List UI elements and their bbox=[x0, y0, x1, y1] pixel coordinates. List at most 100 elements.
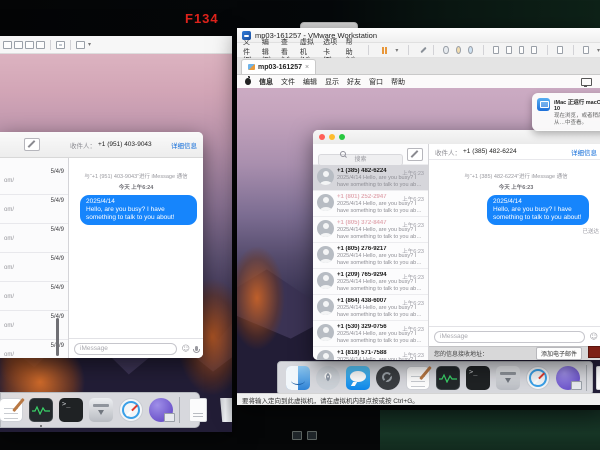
manage-snapshots-icon[interactable] bbox=[468, 46, 473, 54]
details-button[interactable]: 详细信息 bbox=[171, 140, 197, 150]
conversation-header: 与“+1 (951) 403-9043”进行 iMessage 通信 bbox=[69, 172, 203, 180]
notification-card[interactable]: iMac 正运行 macOS 10 现在浏览，或者稍后从…中查看。 bbox=[532, 93, 600, 131]
dock-script-file-icon[interactable] bbox=[593, 366, 600, 390]
search-row bbox=[313, 144, 428, 165]
avatar bbox=[317, 246, 334, 263]
dock-installer-icon[interactable] bbox=[89, 398, 113, 422]
list-item[interactable]: 5/4/9 om/ bbox=[0, 224, 68, 253]
list-item[interactable]: 5/4/9 om/ bbox=[0, 253, 68, 282]
delivered-status: 已送达 bbox=[429, 227, 599, 235]
emoji-icon[interactable]: ☺ bbox=[590, 333, 598, 341]
macos-menu-view[interactable]: 显示 bbox=[325, 77, 339, 87]
recipient-header: 收件人： +1 (385) 482-6224 详细信息 bbox=[429, 144, 600, 160]
zoom-icon[interactable] bbox=[339, 134, 345, 140]
revert-snapshot-icon[interactable] bbox=[456, 46, 461, 54]
dock-installer-icon[interactable] bbox=[496, 366, 520, 390]
host-label-f134: F134 bbox=[185, 11, 219, 26]
dock-messages-icon[interactable] bbox=[346, 366, 370, 390]
macos-menu-help[interactable]: 帮助 bbox=[391, 77, 405, 87]
send-ctrl-alt-del-icon[interactable] bbox=[419, 46, 423, 54]
vmware-logo-icon bbox=[242, 31, 251, 40]
macos-menu-buddies[interactable]: 好友 bbox=[347, 77, 361, 87]
chevron-down-icon[interactable]: ▾ bbox=[88, 41, 91, 48]
conversation-row[interactable]: +1 (818) 571-7588 2025/4/14 Hello, are y… bbox=[313, 347, 428, 360]
dock-textedit-icon[interactable] bbox=[406, 366, 430, 390]
add-email-button[interactable]: 添加电子邮件 bbox=[536, 347, 582, 360]
show-library-icon[interactable] bbox=[493, 46, 499, 54]
expand-view-icon[interactable] bbox=[76, 41, 85, 49]
macos-menu-file[interactable]: 文件 bbox=[281, 77, 295, 87]
scrollbar[interactable] bbox=[56, 318, 59, 356]
fullscreen-icon[interactable] bbox=[519, 46, 525, 54]
unity-mode-icon[interactable] bbox=[531, 46, 537, 54]
avatar bbox=[317, 350, 334, 360]
dock-left bbox=[0, 392, 200, 428]
mac-device-icon bbox=[537, 98, 550, 111]
dock-activity-monitor-icon[interactable] bbox=[29, 398, 53, 422]
display-status-icon[interactable] bbox=[581, 78, 592, 86]
account-banner: 您的信息接收地址： 添加电子邮件 bbox=[429, 346, 600, 360]
conversation-row[interactable]: +1 (209) 765-9294 2025/4/14 Hello, are y… bbox=[313, 269, 428, 295]
apple-menu-icon[interactable] bbox=[245, 78, 251, 85]
pause-vm-icon[interactable] bbox=[382, 47, 387, 54]
status-text: 要将输入定向到此虚拟机，请在虚拟机内部点按或按 Ctrl+G。 bbox=[242, 395, 419, 405]
dock-terminal-icon[interactable] bbox=[466, 366, 490, 390]
conversation-row[interactable]: +1 (801) 252-2947 2025/4/14 Hello, are y… bbox=[313, 191, 428, 217]
imessage-input[interactable] bbox=[74, 343, 177, 355]
dock-terminal-icon[interactable] bbox=[59, 398, 83, 422]
dock-system-preferences-icon[interactable] bbox=[376, 366, 400, 390]
conversation-row[interactable]: +1 (805) 276-9217 2025/4/14 Hello, are y… bbox=[313, 243, 428, 269]
messages-title-bar[interactable] bbox=[313, 130, 600, 145]
expand-view-icon[interactable] bbox=[583, 46, 589, 54]
dock-safari-icon[interactable] bbox=[119, 398, 143, 422]
microphone-icon[interactable] bbox=[195, 346, 198, 351]
dock-activity-monitor-icon[interactable] bbox=[436, 366, 460, 390]
thumbnail-bar-icon[interactable] bbox=[14, 41, 23, 49]
macos-menu-messages[interactable]: 信息 bbox=[259, 77, 273, 87]
conversation-row[interactable]: +1 (385) 482-6224 2025/4/14 Hello, are y… bbox=[313, 165, 428, 191]
dock-trash-icon[interactable] bbox=[216, 398, 232, 422]
snapshot-icon[interactable] bbox=[443, 46, 448, 54]
emoji-icon[interactable]: ☺ bbox=[182, 345, 190, 353]
conversation-date: 今天 上午6:24 bbox=[69, 183, 203, 191]
minimize-icon[interactable] bbox=[329, 134, 335, 140]
console-view-icon[interactable] bbox=[56, 41, 65, 49]
dock-textedit-icon[interactable] bbox=[0, 398, 23, 422]
thumbnail-bar-icon[interactable] bbox=[506, 46, 512, 54]
details-button[interactable]: 详细信息 bbox=[571, 147, 597, 157]
vmware-window-left: ▾ 收件人： +1 (951) 403-9043 详细信息 5/4/9 bbox=[0, 36, 232, 432]
banner-text: 您的信息接收地址： bbox=[434, 349, 488, 358]
close-icon[interactable]: × bbox=[305, 64, 309, 71]
vm-tab[interactable]: mp03-161257 × bbox=[241, 59, 316, 74]
dock-safari-icon[interactable] bbox=[526, 366, 550, 390]
chevron-down-icon[interactable]: ▾ bbox=[395, 47, 398, 54]
compose-icon[interactable] bbox=[407, 148, 423, 161]
close-icon[interactable] bbox=[319, 134, 325, 140]
conversation-row[interactable]: +1 (805) 372-8447 2025/4/14 Hello, are y… bbox=[313, 217, 428, 243]
list-item[interactable]: 5/4/9 om/ bbox=[0, 195, 68, 224]
macos-menu-bar: 信息 文件 编辑 显示 好友 窗口 帮助 bbox=[237, 75, 600, 88]
dock-launchpad-icon[interactable] bbox=[316, 366, 340, 390]
sent-message-bubble: 2025/4/14 Hello, are you busy? I have so… bbox=[80, 195, 197, 225]
conversation-row[interactable]: +1 (864) 438-6007 2025/4/14 Hello, are y… bbox=[313, 295, 428, 321]
notification-body: 现在浏览，或者稍后从…中查看。 bbox=[554, 113, 600, 127]
unity-mode-icon[interactable] bbox=[36, 41, 45, 49]
conversation-row[interactable]: +1 (530) 329-0756 2025/4/14 Hello, are y… bbox=[313, 321, 428, 347]
imessage-input[interactable] bbox=[434, 331, 585, 343]
dock-script-file-icon[interactable] bbox=[186, 398, 210, 422]
macos-menu-edit[interactable]: 编辑 bbox=[303, 77, 317, 87]
list-item[interactable]: 5/4/9 om/ bbox=[0, 166, 68, 195]
compose-icon[interactable] bbox=[24, 138, 40, 151]
dock-finder-icon[interactable] bbox=[286, 366, 310, 390]
show-library-icon[interactable] bbox=[3, 41, 12, 49]
macos-menu-window[interactable]: 窗口 bbox=[369, 77, 383, 87]
fullscreen-icon[interactable] bbox=[25, 41, 34, 49]
conversation-list-left: 5/4/9 om/ 5/4/9 om/ 5/4/9 om/ 5/4/9 om/ bbox=[0, 158, 69, 358]
console-view-icon[interactable] bbox=[557, 46, 563, 54]
avatar bbox=[317, 194, 334, 211]
dock-network-icon[interactable] bbox=[149, 398, 173, 422]
message-input-bar: ☺ bbox=[429, 326, 600, 346]
message-input-bar: ☺ bbox=[69, 338, 203, 358]
dock-network-icon[interactable] bbox=[556, 366, 580, 390]
list-item[interactable]: 5/4/9 om/ bbox=[0, 282, 68, 311]
